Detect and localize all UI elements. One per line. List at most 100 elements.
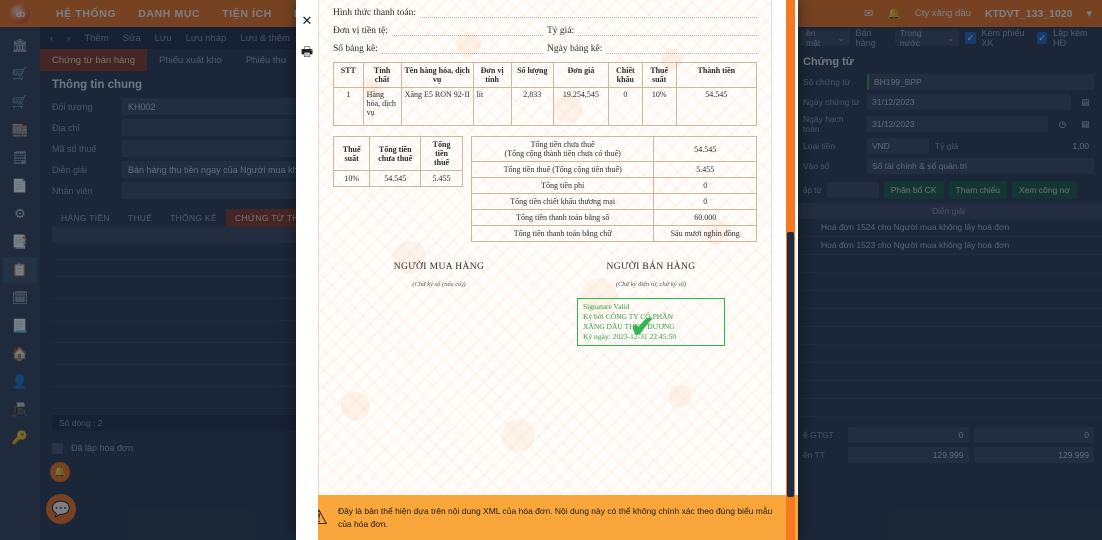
document-lines-icon[interactable]: 📃 (3, 313, 37, 339)
support-chat-fab-icon[interactable]: 💬 (46, 494, 76, 524)
table-row-empty[interactable] (795, 291, 1102, 309)
subtab-thue[interactable]: THUẾ (119, 209, 161, 227)
market-select[interactable]: Trong nước ⌄ (894, 28, 960, 48)
invoice-paper-scroll[interactable]: Hình thức thanh toán: Đơn vị tiền tệ: Tỷ… (318, 0, 772, 495)
invoice-paper: Hình thức thanh toán: Đơn vị tiền tệ: Tỷ… (319, 0, 771, 495)
house-money-icon[interactable]: 🏠 (3, 341, 37, 367)
calendar-icon[interactable]: ▤ (1077, 94, 1094, 110)
value-tien-tt-1[interactable]: 129.999 (848, 447, 969, 463)
signature-section: NGƯỜI MUA HÀNG (Chữ ký số (nếu có)) NGƯỜ… (333, 262, 757, 346)
market-value: Trong nước (899, 28, 922, 48)
value-thue-gtgt-1[interactable]: 0 (848, 427, 969, 443)
table-row[interactable]: Hoá đơn 1524 cho Người mua không lấy hoá… (795, 219, 1102, 237)
checkbox-lap-kem-hd[interactable]: ✓ (1036, 32, 1048, 44)
user-money-icon[interactable]: 👤 (3, 369, 37, 395)
modal-scrollbar[interactable] (786, 0, 795, 540)
add-button[interactable]: Thêm (84, 33, 108, 44)
checkbox-kem-phieu-xk[interactable]: ✓ (965, 32, 976, 44)
chevron-down-icon[interactable]: ⌄ (838, 33, 845, 44)
icon-rail: 🏛 🛒 🛒 🏬 🗒 📄 ⚙ 📑 📋 🗓 📃 🏠 👤 📠 🔑 (0, 27, 40, 540)
table-row-empty[interactable] (795, 363, 1102, 381)
label-thue-gtgt: ế GTGT (803, 430, 834, 440)
phan-bo-ck-button[interactable]: Phân bổ CK (883, 181, 944, 199)
value-tien-tt-2[interactable]: 129.999 (973, 447, 1094, 463)
xml-disclaimer-text: Đây là bản thể hiện dựa trên nội dung XM… (337, 506, 773, 529)
mail-icon[interactable]: ✉ (864, 7, 873, 20)
tax-summary-header-row: Thuế suất Tổng tiền chưa thuế Tổng tiền … (332, 136, 463, 171)
checkbox-da-lap-hoa-don[interactable] (52, 442, 63, 454)
top-menu-item-danh-muc[interactable]: DANH MỤC (138, 8, 200, 20)
table-row: Tổng tiền thuế (Tổng cộng tiền thuế) 5.4… (470, 161, 757, 178)
document-coin-icon[interactable]: 📠 (3, 397, 37, 423)
document-clock-icon[interactable]: 🗓 (3, 285, 37, 311)
cart-icon[interactable]: 🛒 (3, 89, 37, 115)
select-vao-so[interactable]: Sổ tài chính & sổ quản trị (867, 158, 1094, 174)
row-hinh-thuc-thanh-toan: Hình thức thanh toán: (333, 8, 757, 18)
table-row-empty[interactable] (795, 345, 1102, 363)
subtab-thong-ke[interactable]: THỐNG KÊ (161, 209, 226, 227)
document-list-icon[interactable]: 📄 (3, 173, 37, 199)
table-row[interactable]: Hoá đơn 1523 cho Người mua không lấy hoá… (795, 237, 1102, 255)
select-lap-tu[interactable] (826, 182, 879, 198)
table-row-empty[interactable] (795, 255, 1102, 273)
scrollbar-thumb[interactable] (787, 232, 794, 497)
clock-icon[interactable]: ◷ (1054, 116, 1071, 132)
table-row: Tổng tiền chưa thuế (Tổng cộng thành tiề… (470, 136, 757, 162)
tab-phieu-xuat-kho[interactable]: Phiếu xuất kho (147, 49, 234, 71)
subtab-hang-tien[interactable]: HÀNG TIỀN (52, 209, 119, 227)
document-calc-icon[interactable]: 🗒 (3, 145, 37, 171)
label-dien-giai: Diễn giải (52, 164, 88, 175)
brand-logo[interactable]: eb (0, 0, 40, 27)
input-ngay-chung-tu[interactable]: 31/12/2023 (867, 94, 1071, 110)
edit-button[interactable]: Sửa (123, 33, 141, 44)
col-tong-chua-thue: Tổng tiền chưa thuế (369, 136, 422, 171)
chevron-down-icon-2[interactable]: ⌄ (947, 33, 954, 44)
select-loai-tien[interactable]: VND (867, 138, 929, 154)
next-record-button[interactable]: › (67, 33, 70, 44)
col-ten-hang: Tên hàng hóa, dịch vụ (400, 62, 474, 88)
warehouse-icon[interactable]: 🏬 (3, 117, 37, 143)
table-row-empty[interactable] (795, 399, 1102, 417)
col-tong-tien-thue: Tổng tiền thuế (420, 136, 463, 171)
save-button[interactable]: Lưu (155, 33, 172, 44)
bank-icon[interactable]: 🏛 (3, 33, 37, 59)
top-menu-item-tien-ich[interactable]: TIỆN ÍCH (222, 8, 272, 20)
value-thue-gtgt-2[interactable]: 0 (973, 427, 1094, 443)
right-panel: ền mặt ⌄ Bán hàng Trong nước ⌄ ✓ Kèm phi… (795, 27, 1102, 540)
prev-record-button[interactable]: ‹ (50, 33, 53, 44)
value-ty-gia[interactable]: 1,00 (964, 138, 1094, 154)
tab-phieu-thu[interactable]: Phiếu thu (234, 49, 298, 71)
payment-type-select[interactable]: ền mặt ⌄ (801, 28, 850, 48)
tham-chieu-button[interactable]: Tham chiếu (948, 181, 1007, 199)
table-row-empty[interactable] (795, 327, 1102, 345)
table-row-empty[interactable] (795, 381, 1102, 399)
notification-fab-bell-icon[interactable]: 🔔 (50, 462, 70, 482)
close-icon[interactable]: ✕ (302, 14, 313, 27)
payment-type-value: ền mặt (806, 28, 821, 48)
user-name[interactable]: KTDVT_133_1020 (985, 8, 1073, 20)
table-row-empty[interactable] (795, 273, 1102, 291)
cart-money-icon[interactable]: 🛒 (3, 61, 37, 87)
invoice-active-icon[interactable]: 📋 (3, 257, 37, 283)
input-so-chung-tu[interactable]: BH199_BPP (867, 74, 1094, 90)
gear-money-icon[interactable]: ⚙ (3, 201, 37, 227)
col-thue-suat-sum: Thuế suất (332, 136, 371, 171)
bell-icon[interactable]: 🔔 (887, 7, 901, 20)
input-ngay-hach-toan[interactable]: 31/12/2023 (867, 116, 1048, 132)
totals-section: Thuế suất Tổng tiền chưa thuế Tổng tiền … (332, 136, 757, 242)
tab-chung-tu-ban-hang[interactable]: Chứng từ bán hàng (40, 49, 147, 71)
key-icon[interactable]: 🔑 (3, 425, 37, 451)
printer-icon[interactable]: 🖶 (301, 45, 313, 58)
save-and-add-button[interactable]: Lưu & thêm (240, 33, 290, 44)
label-lap-tu: ập từ (803, 185, 822, 195)
table-row-empty[interactable] (795, 309, 1102, 327)
xem-cong-no-button[interactable]: Xem công nợ (1011, 181, 1077, 199)
invoice-icon[interactable]: 📑 (3, 229, 37, 255)
total-value-chiet-khau: 0 (653, 193, 757, 210)
top-menu-item-he-thong[interactable]: HỆ THỐNG (56, 8, 116, 20)
field-row-loai-tien: Loại tiền VND Tỷ giá 1,00 (795, 136, 1102, 156)
label-ngay-hach-toan: Ngày hạch toán (803, 114, 844, 134)
calendar-icon-2[interactable]: ▤ (1077, 116, 1094, 132)
chevron-down-icon[interactable]: ▾ (1086, 7, 1092, 20)
save-draft-button[interactable]: Lưu nháp (186, 33, 227, 44)
